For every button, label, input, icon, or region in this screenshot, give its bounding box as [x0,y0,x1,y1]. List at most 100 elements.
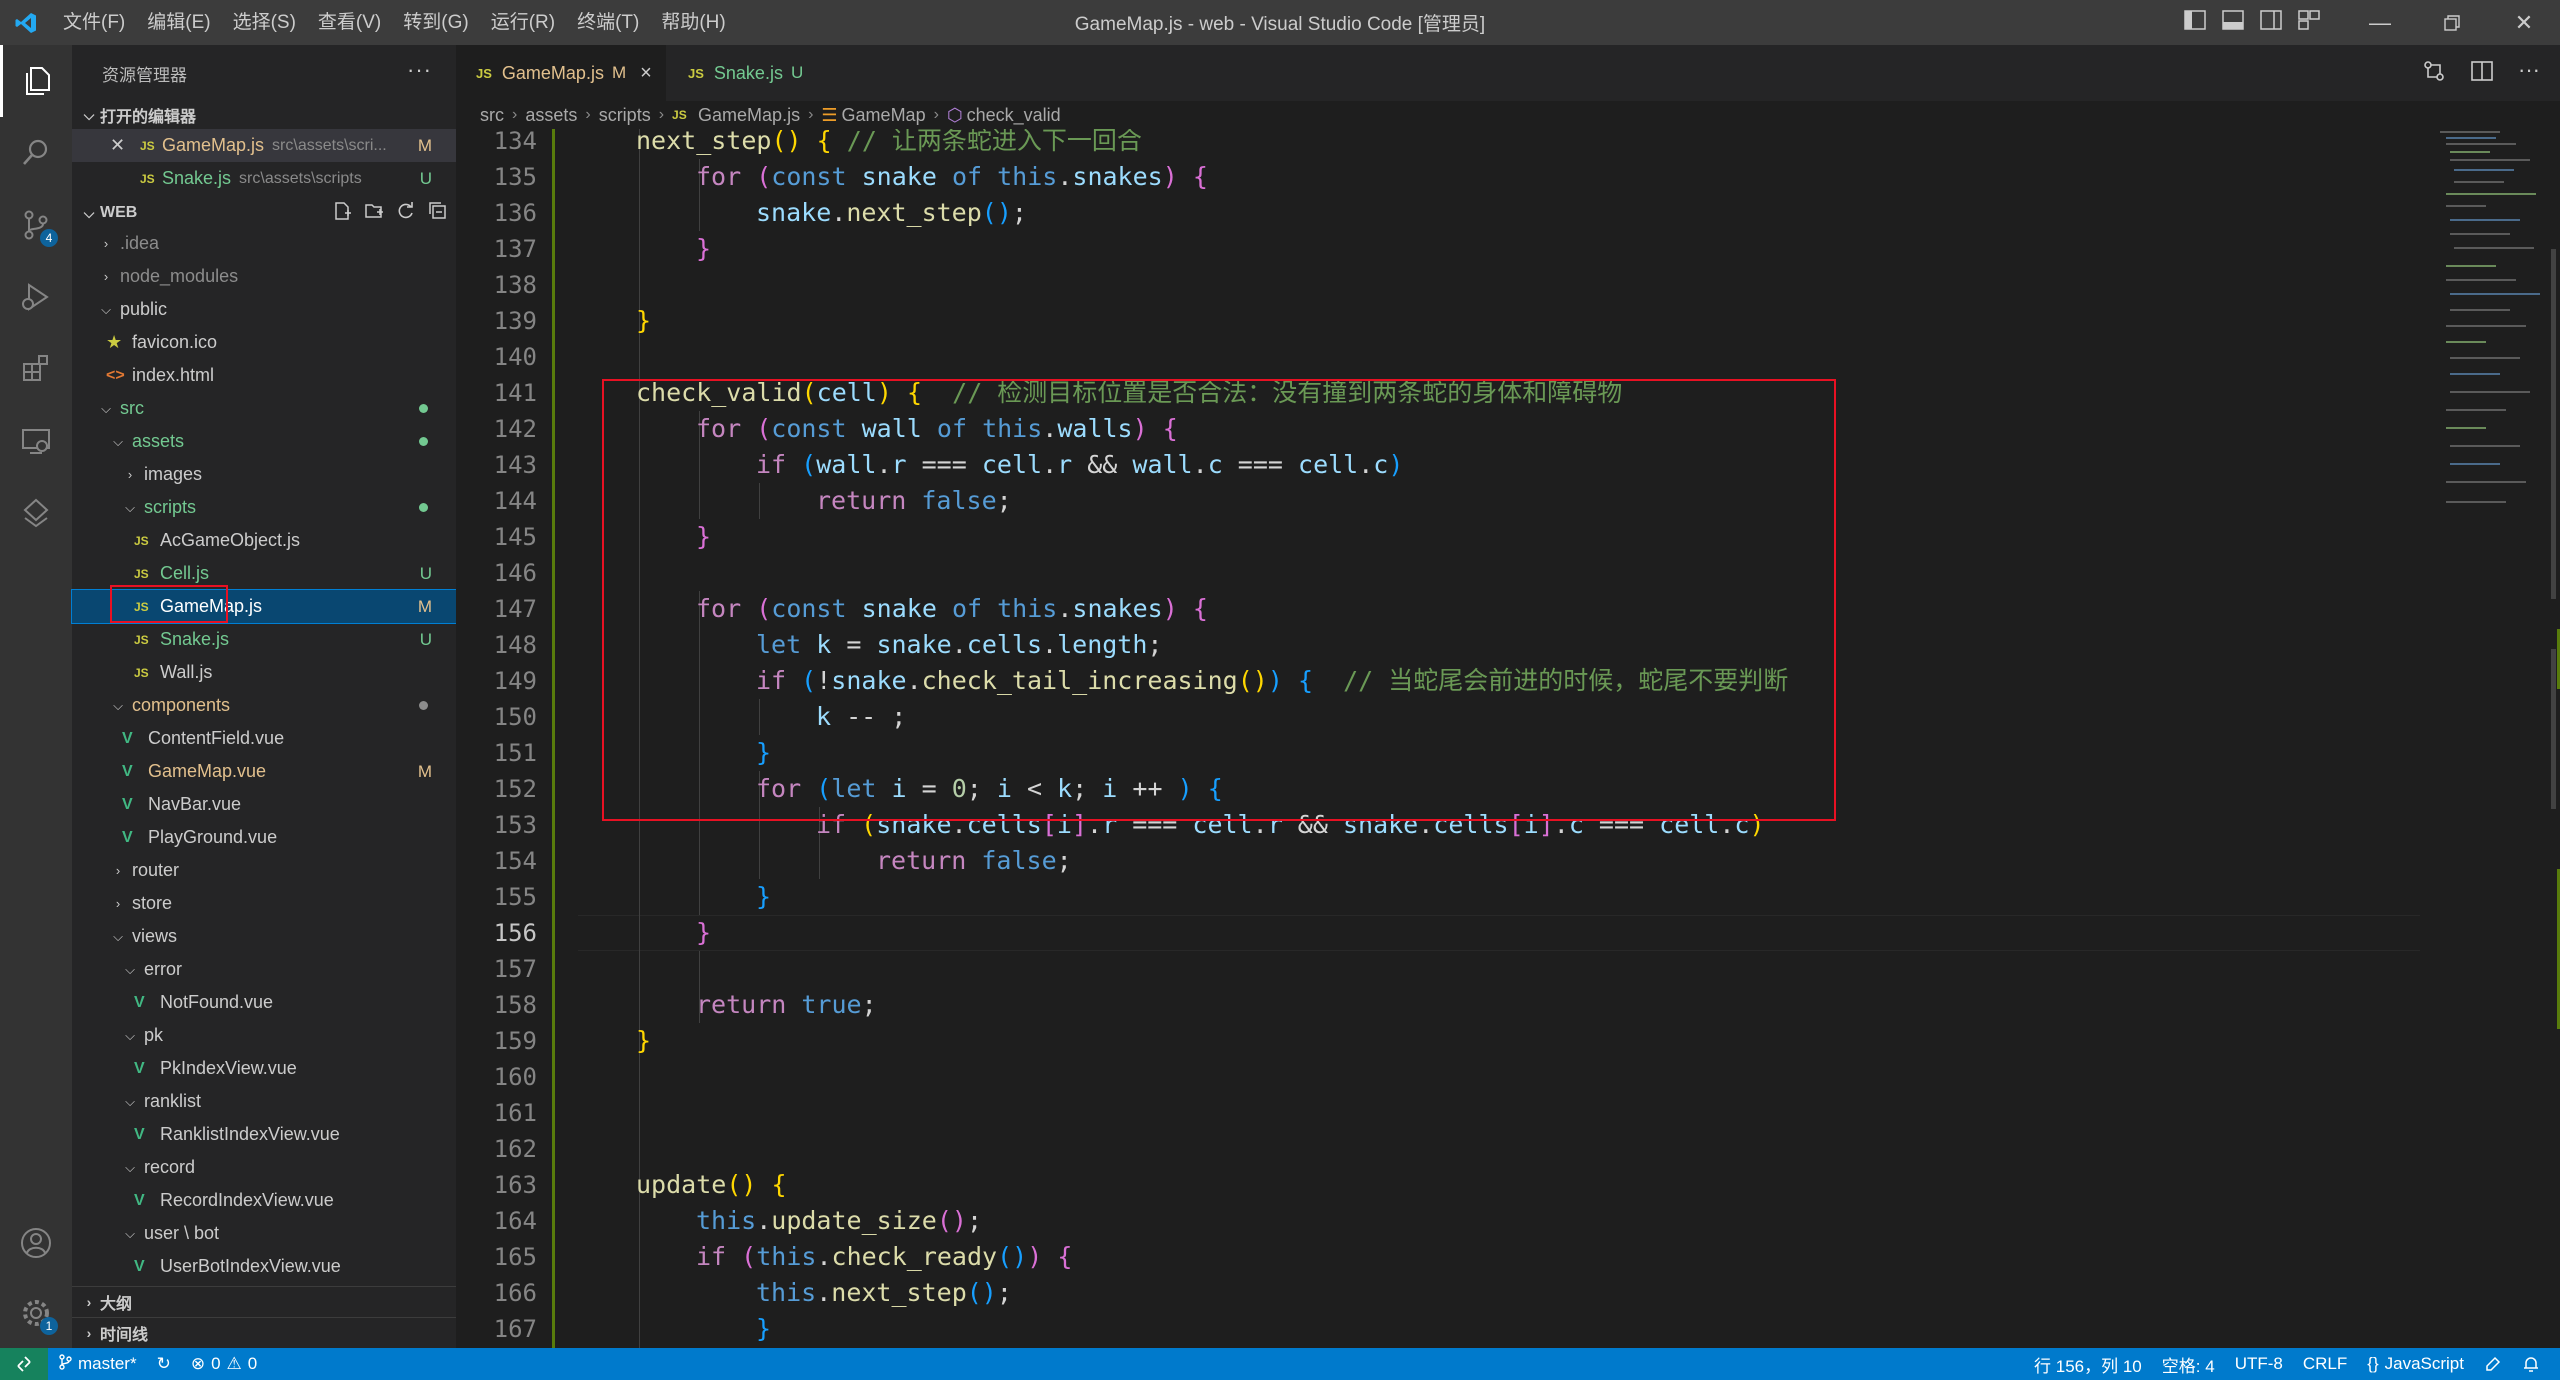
tree-folder[interactable]: ⌵ user \ bot [72,1217,456,1250]
tree-folder[interactable]: › images [72,458,456,491]
toggle-secondary-sidebar-icon[interactable] [2260,10,2282,35]
tab-snake[interactable]: JS Snake.js U [668,45,810,101]
restore-button[interactable] [2416,0,2488,45]
line-ending[interactable]: CRLF [2293,1354,2357,1374]
menu-view[interactable]: 查看(V) [307,0,392,45]
source-control-icon[interactable]: 4 [0,189,72,261]
tree-folder[interactable]: ⌵ views [72,920,456,953]
open-editors-header[interactable]: ⌵ 打开的编辑器 [72,101,456,129]
menu-help[interactable]: 帮助(H) [650,0,736,45]
breadcrumb-class[interactable]: GameMap [842,105,926,126]
split-editor-icon[interactable] [2470,59,2494,88]
minimap-scroll-indicator[interactable] [2551,249,2556,599]
remote-indicator-icon[interactable] [0,1348,48,1380]
tree-file[interactable]: V UserBotIndexView.vue [72,1250,456,1283]
more-actions-icon[interactable]: ··· [407,57,432,83]
breadcrumb-assets[interactable]: assets [525,105,577,126]
cursor-position[interactable]: 行 156，列 10 [2024,1352,2152,1377]
tree-file[interactable]: <> index.html [72,359,456,392]
outline-header[interactable]: › 大纲 [72,1286,456,1317]
branch-status[interactable]: master* [48,1353,147,1375]
tree-folder[interactable]: ⌵ public [72,293,456,326]
timeline-extension-icon[interactable] [0,477,72,549]
language-mode[interactable]: {} JavaScript [2357,1354,2474,1374]
minimap-scroll-indicator[interactable] [2551,649,2556,809]
tree-file[interactable]: V PlayGround.vue [72,821,456,854]
open-editor-item[interactable]: JS Snake.js src\assets\scripts U [72,162,456,195]
tree-folder[interactable]: ⌵ assets [72,425,456,458]
workspace-header[interactable]: ⌵ WEB [72,199,456,227]
js-file-icon: JS [688,65,704,81]
tree-folder[interactable]: ⌵ scripts [72,491,456,524]
js-file-icon: JS [672,108,687,122]
close-icon[interactable]: × [640,62,652,85]
menu-file[interactable]: 文件(F) [52,0,136,45]
breadcrumb-method[interactable]: check_valid [967,105,1061,126]
tree-folder[interactable]: ⌵ pk [72,1019,456,1052]
problems-status[interactable]: ⊗ 0 ⚠ 0 [181,1354,267,1374]
remote-explorer-icon[interactable] [0,405,72,477]
tree-file[interactable]: V NotFound.vue [72,986,456,1019]
notifications-bell-icon[interactable] [2512,1355,2550,1373]
feedback-icon[interactable] [2474,1355,2512,1373]
minimize-button[interactable]: — [2344,0,2416,45]
open-editor-item[interactable]: ✕ JS GameMap.js src\assets\scri... M [72,129,456,162]
tree-file[interactable]: V RecordIndexView.vue [72,1184,456,1217]
vue-file-icon: V [134,1059,145,1077]
customize-layout-icon[interactable] [2298,10,2320,35]
new-file-icon[interactable] [332,201,352,226]
explorer-icon[interactable] [0,45,72,117]
indentation[interactable]: 空格: 4 [2152,1352,2225,1377]
tree-file[interactable]: JS AcGameObject.js [72,524,456,557]
minimap[interactable] [2420,129,2560,1348]
line-number: 149 [493,667,537,695]
minimap-line [2450,463,2500,465]
tree-folder[interactable]: › .idea [72,227,456,260]
more-actions-icon[interactable]: ··· [2518,59,2540,88]
menu-run[interactable]: 运行(R) [480,0,566,45]
close-icon[interactable]: ✕ [110,135,125,156]
tree-file[interactable]: JS Snake.js U [72,623,456,656]
new-folder-icon[interactable] [364,201,384,226]
timeline-header[interactable]: › 时间线 [72,1317,456,1348]
tree-folder[interactable]: › store [72,887,456,920]
tree-folder[interactable]: ⌵ ranklist [72,1085,456,1118]
tree-folder[interactable]: › node_modules [72,260,456,293]
tree-file[interactable]: V NavBar.vue [72,788,456,821]
tree-folder[interactable]: ⌵ error [72,953,456,986]
open-changes-icon[interactable] [2422,59,2446,88]
accounts-icon[interactable] [0,1207,72,1279]
menu-go[interactable]: 转到(G) [392,0,479,45]
tree-file[interactable]: ★ favicon.ico [72,326,456,359]
refresh-icon[interactable] [396,201,416,226]
search-icon[interactable] [0,117,72,189]
menu-terminal[interactable]: 终端(T) [566,0,650,45]
tree-file[interactable]: V ContentField.vue [72,722,456,755]
toggle-primary-sidebar-icon[interactable] [2184,10,2206,35]
breadcrumb-file[interactable]: GameMap.js [698,105,800,126]
tree-file[interactable]: V RanklistIndexView.vue [72,1118,456,1151]
line-number: 157 [493,955,537,983]
tree-folder[interactable]: ⌵ src [72,392,456,425]
menu-selection[interactable]: 选择(S) [222,0,307,45]
tree-file[interactable]: V PkIndexView.vue [72,1052,456,1085]
tree-file[interactable]: V GameMap.vue M [72,755,456,788]
tree-file[interactable]: JS Wall.js [72,656,456,689]
sync-icon[interactable]: ↻ [147,1354,181,1374]
tree-folder[interactable]: ⌵ record [72,1151,456,1184]
extensions-icon[interactable] [0,333,72,405]
tree-folder[interactable]: ⌵ components [72,689,456,722]
tree-folder[interactable]: › router [72,854,456,887]
open-editor-path: src\assets\scripts [239,169,362,187]
tab-gamemap[interactable]: JS GameMap.js M × [456,45,666,101]
breadcrumb-src[interactable]: src [480,105,504,126]
close-window-button[interactable]: ✕ [2488,0,2560,45]
breadcrumb-scripts[interactable]: scripts [599,105,651,126]
menu-edit[interactable]: 编辑(E) [136,0,221,45]
encoding[interactable]: UTF-8 [2225,1354,2293,1374]
collapse-all-icon[interactable] [428,201,448,226]
toggle-panel-icon[interactable] [2222,10,2244,35]
run-debug-icon[interactable] [0,261,72,333]
code-editor[interactable]: 134 135 136 137 138 139 140 141 142 143 … [456,129,2560,1348]
settings-gear-icon[interactable]: 1 [0,1277,72,1349]
